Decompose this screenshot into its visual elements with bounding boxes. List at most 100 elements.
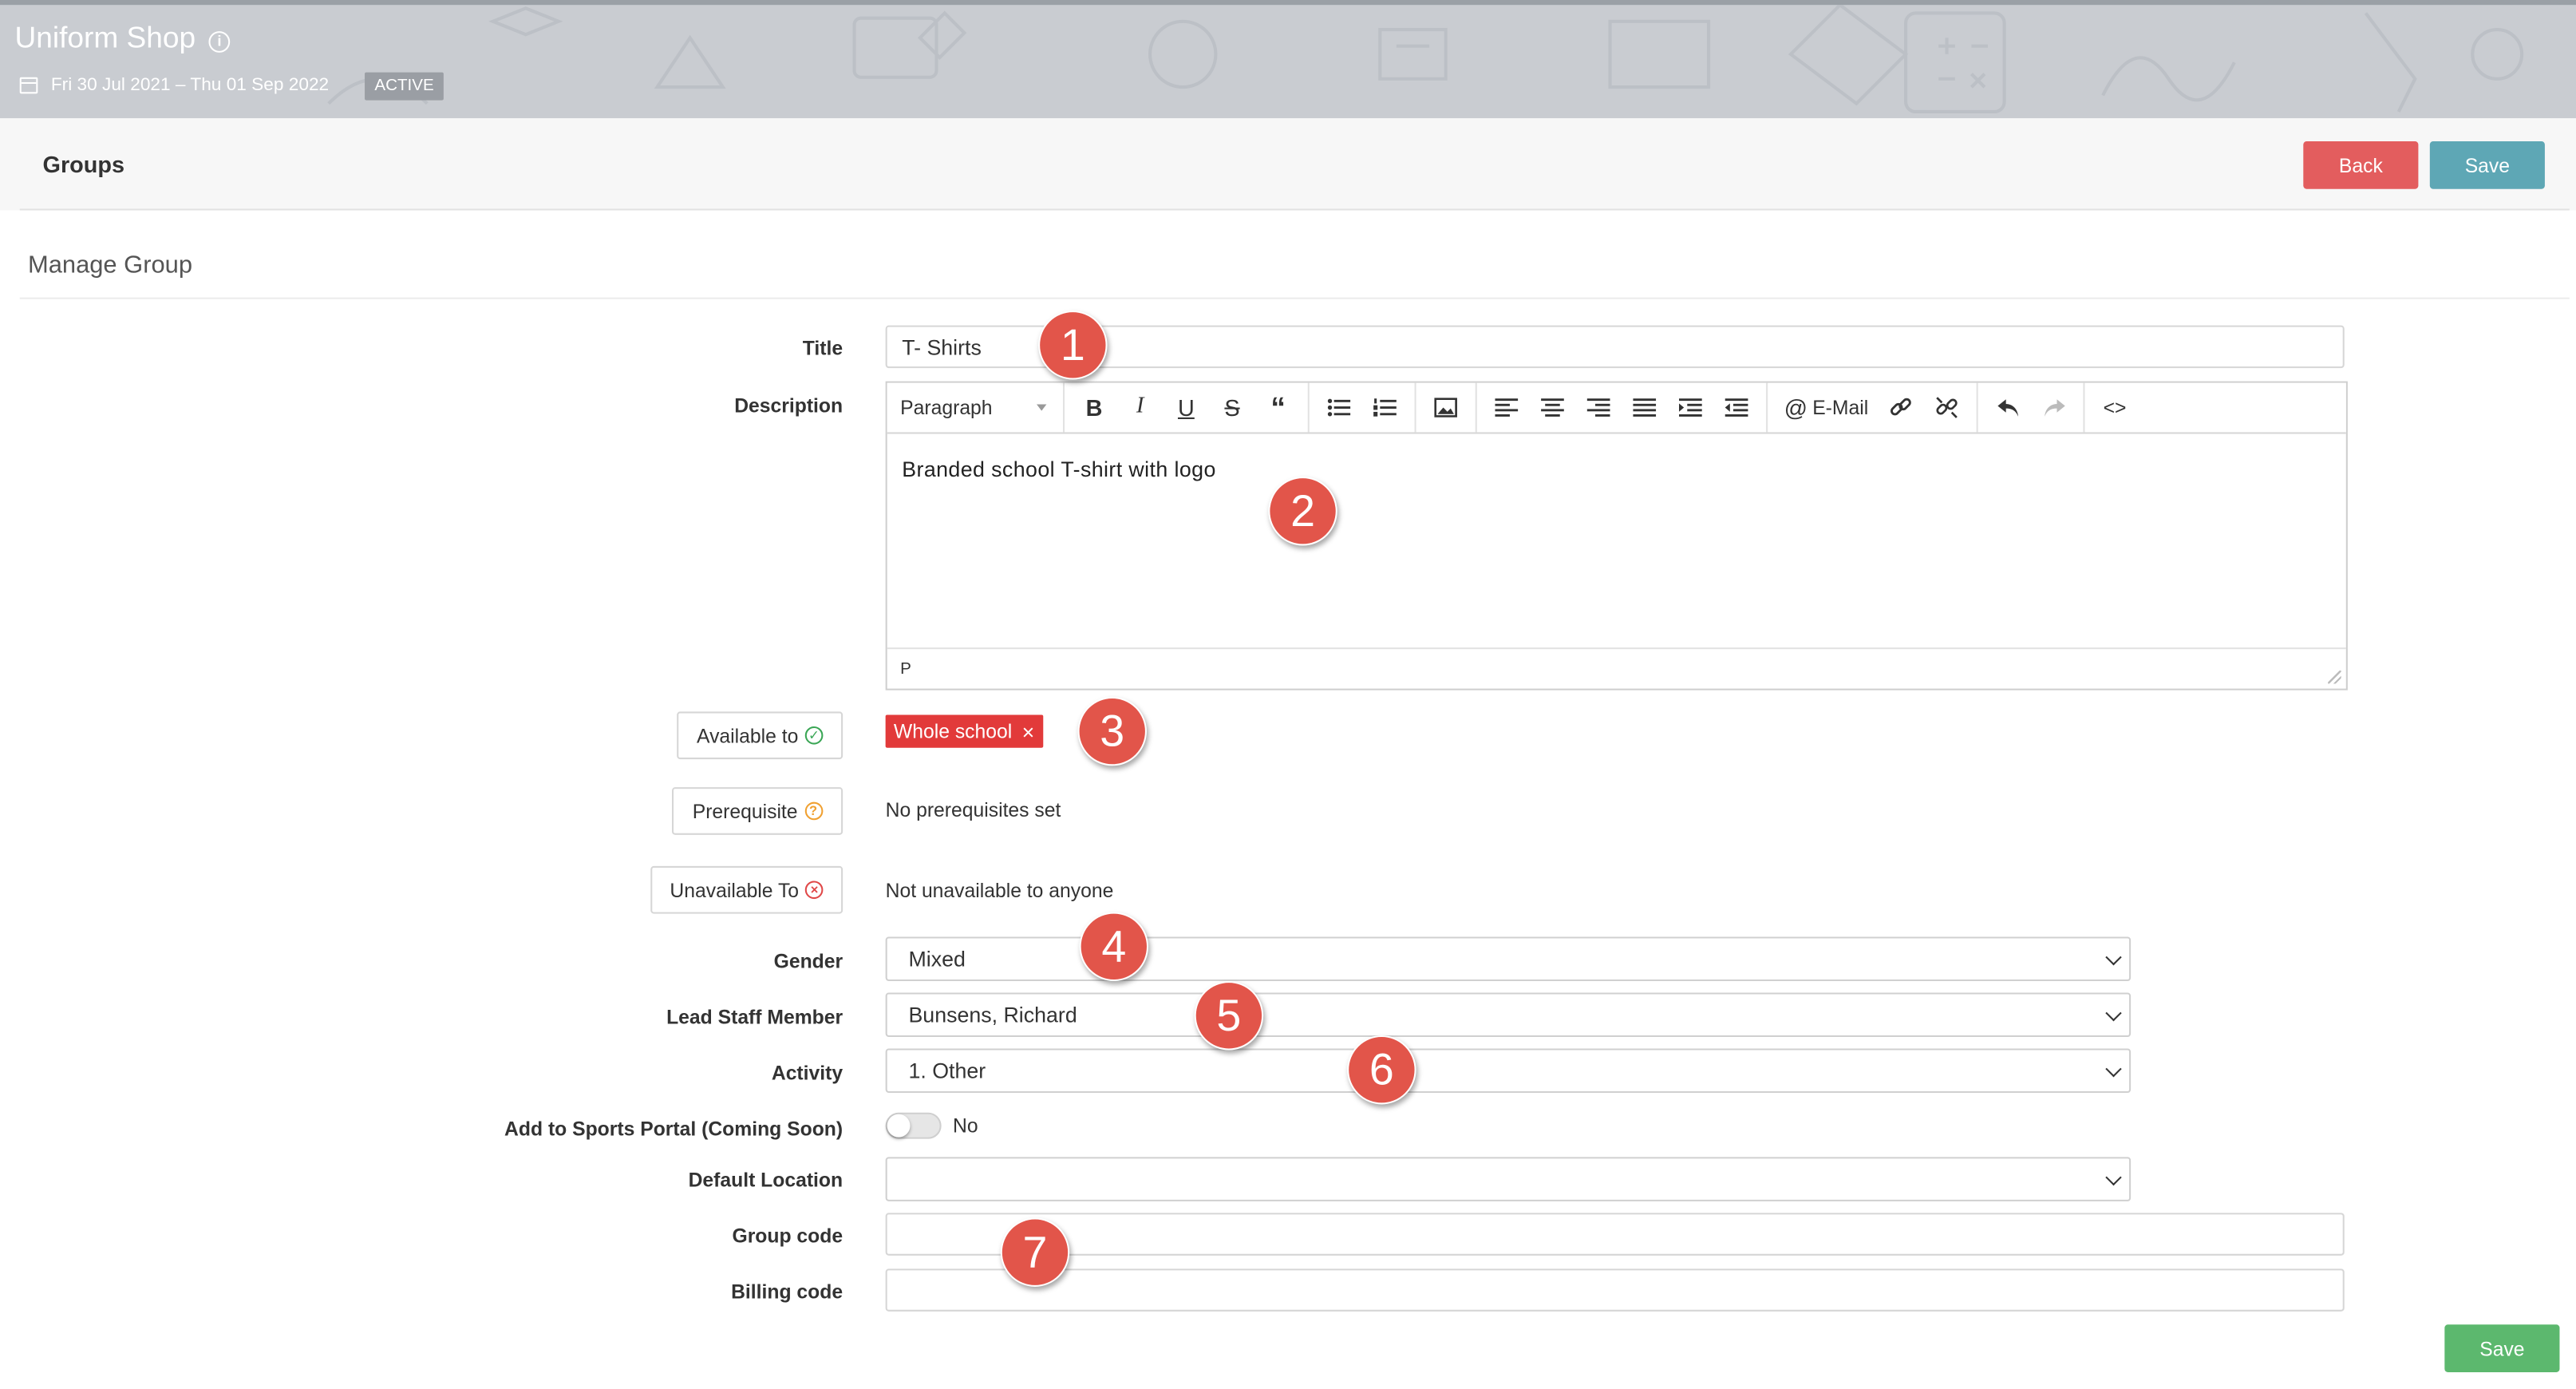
toolbar-group-align: [1477, 382, 1768, 433]
title-input-value: T- Shirts: [902, 334, 982, 359]
gender-select[interactable]: Mixed: [885, 936, 2132, 982]
format-select-value: Paragraph: [900, 396, 993, 419]
toolbar-group-history: [1978, 382, 2085, 433]
redo-icon[interactable]: [2031, 388, 2077, 427]
strikethrough-icon[interactable]: S: [1209, 388, 1255, 427]
save-button-bottom[interactable]: Save: [2444, 1324, 2560, 1373]
align-center-icon[interactable]: [1530, 388, 1576, 427]
available-tag-label: Whole school: [893, 719, 1013, 743]
indent-icon[interactable]: [1668, 388, 1714, 427]
lead-staff-select-value: Bunsens, Richard: [908, 1002, 1077, 1027]
billing-code-input[interactable]: [885, 1268, 2345, 1312]
remove-tag-icon[interactable]: ×: [1022, 721, 1035, 742]
editor-content-text: Branded school T-shirt with logo: [902, 457, 1216, 482]
info-icon[interactable]: i: [208, 30, 231, 52]
align-right-icon[interactable]: [1575, 388, 1622, 427]
group-code-label: Group code: [732, 1224, 844, 1248]
back-button[interactable]: Back: [2303, 141, 2419, 189]
sports-portal-label: Add to Sports Portal (Coming Soon): [504, 1117, 844, 1141]
header-pattern: [327, 5, 2524, 114]
annotation-marker-3: 3: [1077, 696, 1147, 766]
annotation-marker-7: 7: [1000, 1217, 1070, 1287]
email-button[interactable]: @ E-Mail: [1774, 394, 1878, 421]
calendar-icon: [19, 77, 38, 94]
italic-icon[interactable]: I: [1117, 388, 1164, 427]
annotation-marker-4: 4: [1079, 912, 1149, 982]
available-to-label: Available to: [697, 723, 799, 747]
prerequisite-value: No prerequisites set: [885, 798, 1061, 822]
resize-handle-icon[interactable]: [2328, 670, 2341, 684]
sports-portal-toggle[interactable]: [885, 1112, 942, 1139]
question-circle-icon: ?: [804, 801, 823, 821]
x-circle-icon: ×: [805, 880, 824, 900]
annotation-marker-1: 1: [1038, 311, 1108, 380]
align-left-icon[interactable]: [1484, 388, 1530, 427]
page: Uniform Shop i Fri 30 Jul 2021 – Thu 01 …: [0, 0, 2576, 1389]
align-justify-icon[interactable]: [1622, 388, 1668, 427]
gender-label: Gender: [773, 949, 844, 973]
editor-content[interactable]: Branded school T-shirt with logo: [887, 433, 2346, 647]
gender-select-value: Mixed: [908, 946, 966, 972]
prerequisite-label: Prerequisite: [692, 799, 798, 823]
at-icon: @: [1784, 394, 1808, 421]
source-code-icon[interactable]: <>: [2092, 388, 2138, 427]
activity-select-value: 1. Other: [908, 1058, 986, 1083]
editor-toolbar: Paragraph B I U S “ @ E-Mail <>: [887, 382, 2346, 434]
underline-icon[interactable]: U: [1164, 388, 1210, 427]
unavailable-to-button[interactable]: Unavailable To ×: [650, 865, 844, 914]
lead-staff-select[interactable]: Bunsens, Richard: [885, 992, 2132, 1038]
annotation-marker-2: 2: [1268, 477, 1337, 546]
title-label: Title: [802, 337, 844, 360]
element-path: P: [900, 659, 911, 679]
prerequisite-button[interactable]: Prerequisite ?: [672, 787, 844, 835]
numbered-list-icon[interactable]: [1362, 388, 1409, 427]
date-range-text: Fri 30 Jul 2021 – Thu 01 Sep 2022: [50, 75, 330, 96]
unlink-icon[interactable]: [1924, 388, 1970, 427]
blockquote-icon[interactable]: “: [1255, 388, 1302, 427]
available-tag: Whole school ×: [885, 714, 1043, 748]
description-editor: Paragraph B I U S “ @ E-Mail <> Branded …: [885, 381, 2348, 691]
image-icon[interactable]: [1423, 388, 1469, 427]
app-title-text: Uniform Shop: [14, 21, 196, 54]
editor-statusbar: P: [887, 647, 2346, 688]
undo-icon[interactable]: [1985, 388, 2031, 427]
unavailable-value: Not unavailable to anyone: [885, 879, 1114, 903]
email-button-label: E-Mail: [1812, 396, 1869, 419]
app-header: Uniform Shop i Fri 30 Jul 2021 – Thu 01 …: [0, 0, 2576, 119]
chevron-down-icon: [2105, 1060, 2122, 1078]
outdent-icon[interactable]: [1713, 388, 1760, 427]
caret-down-icon: [1037, 404, 1047, 411]
bold-icon[interactable]: B: [1071, 388, 1117, 427]
annotation-marker-6: 6: [1347, 1035, 1416, 1105]
toolbar-group-image: [1416, 382, 1477, 433]
annotation-marker-5: 5: [1194, 981, 1264, 1051]
date-range: Fri 30 Jul 2021 – Thu 01 Sep 2022: [19, 75, 330, 96]
toolbar-group-code: <>: [2085, 383, 2144, 433]
divider: [19, 208, 2570, 211]
default-location-select[interactable]: [885, 1157, 2132, 1201]
unavailable-to-label: Unavailable To: [670, 878, 800, 902]
bullet-list-icon[interactable]: [1316, 388, 1362, 427]
activity-label: Activity: [771, 1061, 844, 1085]
toolbar-group-lists: [1310, 382, 1416, 433]
billing-code-label: Billing code: [731, 1280, 844, 1304]
sports-portal-value: No: [953, 1114, 978, 1138]
page-toolbar: Groups Back Save: [0, 118, 2576, 211]
format-select[interactable]: Paragraph: [887, 382, 1065, 433]
save-button-top[interactable]: Save: [2429, 141, 2545, 189]
page-title: Groups: [42, 151, 125, 178]
chevron-down-icon: [2105, 1004, 2122, 1022]
divider: [19, 297, 2570, 299]
status-badge: ACTIVE: [365, 72, 444, 101]
available-to-button[interactable]: Available to ✓: [677, 711, 844, 760]
app-title: Uniform Shop i: [15, 22, 231, 56]
toolbar-group-text: B I U S “: [1065, 382, 1310, 433]
default-location-label: Default Location: [688, 1168, 844, 1192]
link-icon[interactable]: [1879, 388, 1925, 427]
activity-select[interactable]: 1. Other: [885, 1048, 2132, 1094]
toolbar-group-links: @ E-Mail: [1768, 382, 1979, 433]
chevron-down-icon: [2105, 1169, 2122, 1186]
chevron-down-icon: [2105, 949, 2122, 966]
group-code-input[interactable]: [885, 1213, 2345, 1256]
toggle-knob: [887, 1114, 911, 1138]
